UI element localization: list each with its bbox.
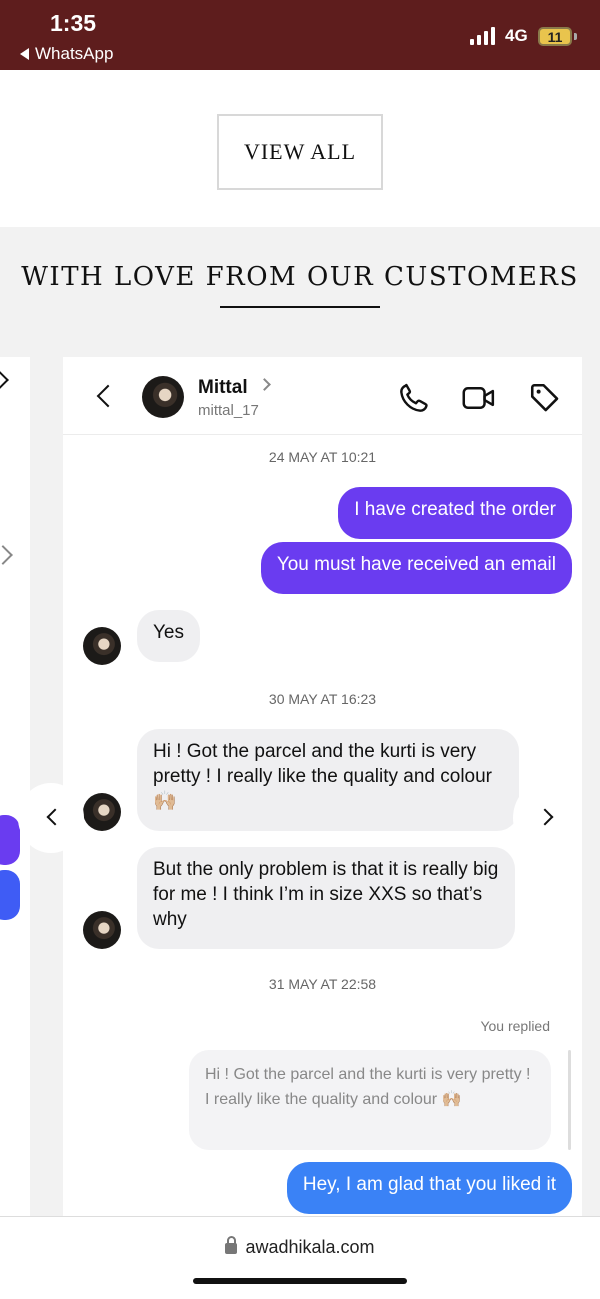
browser-address-bar[interactable]: awadhikala.com: [0, 1216, 600, 1299]
message-bubble: [0, 815, 20, 865]
back-triangle-icon: [20, 48, 29, 60]
avatar: [83, 911, 121, 949]
testimonial-card: Mittal mittal_17 24 MAY AT 10:21 I have …: [63, 357, 582, 1217]
message-bubble: [0, 870, 20, 920]
incoming-message: Yes: [137, 610, 200, 662]
chevron-right-icon: [0, 370, 9, 390]
timestamp: 31 MAY AT 22:58: [268, 976, 377, 992]
quote-bar: [568, 1050, 571, 1150]
avatar: [83, 793, 121, 831]
url-text: awadhikala.com: [245, 1237, 375, 1257]
video-call-icon[interactable]: [461, 381, 497, 415]
home-indicator[interactable]: [193, 1278, 407, 1284]
outgoing-message: Hey, I am glad that you liked it: [286, 1162, 572, 1214]
outgoing-message: I have created the order: [338, 487, 572, 539]
battery-icon: 11: [538, 27, 572, 46]
lock-icon: [225, 1236, 238, 1254]
section-title: WITH LOVE FROM OUR CUSTOMERS: [21, 262, 579, 292]
quoted-message: Hi ! Got the parcel and the kurti is ver…: [189, 1050, 551, 1150]
incoming-message: But the only problem is that it is reall…: [137, 847, 515, 949]
contact-name[interactable]: Mittal: [198, 377, 248, 399]
battery-tip: [574, 33, 577, 40]
avatar: [83, 627, 121, 665]
back-to-app-button[interactable]: WhatsApp: [20, 44, 113, 64]
chevron-right-icon: [258, 378, 271, 391]
timestamp: 30 MAY AT 16:23: [268, 691, 377, 707]
chat-header: Mittal mittal_17: [63, 357, 582, 435]
title-underline: [220, 306, 380, 308]
url-field[interactable]: awadhikala.com: [0, 1236, 600, 1258]
contact-username: mittal_17: [198, 402, 259, 419]
timestamp: 24 MAY AT 10:21: [268, 449, 377, 465]
back-arrow-icon[interactable]: [96, 384, 120, 408]
incoming-message: Hi ! Got the parcel and the kurti is ver…: [137, 729, 519, 831]
avatar[interactable]: [142, 376, 184, 418]
status-bar: 1:35 WhatsApp 4G 11: [0, 0, 600, 70]
battery-level: 11: [547, 28, 563, 45]
back-app-label: WhatsApp: [35, 44, 114, 63]
outgoing-message: You must have received an email: [260, 542, 572, 594]
phone-icon[interactable]: [397, 381, 431, 415]
replied-label: You replied: [480, 1018, 550, 1034]
tag-icon[interactable]: [528, 381, 562, 415]
clock: 1:35: [50, 10, 97, 36]
view-all-button[interactable]: VIEW ALL: [217, 114, 383, 190]
previous-testimonial-card: [0, 357, 30, 1217]
signal-icon: [470, 27, 495, 45]
network-type: 4G: [505, 26, 528, 45]
